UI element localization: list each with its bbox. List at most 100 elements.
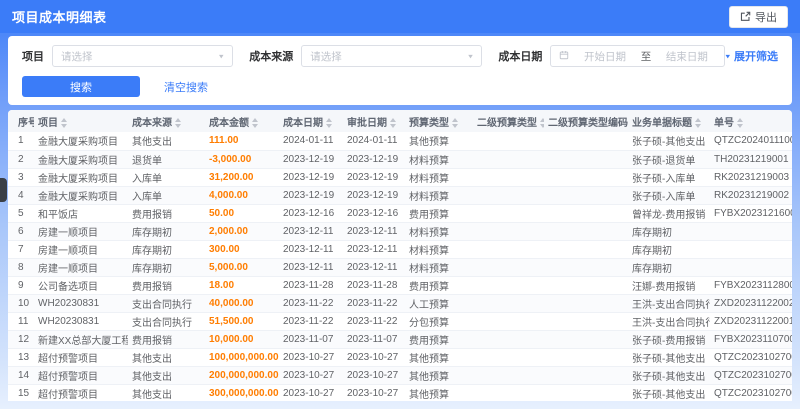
sort-icon[interactable] [452, 117, 458, 128]
sort-icon[interactable] [61, 117, 67, 128]
column-header-sub_budget_code[interactable]: 二级预算类型编码 [544, 110, 628, 132]
cell-sub_budget_code [544, 240, 628, 259]
column-header-cost_amount[interactable]: 成本金额 [205, 110, 279, 132]
cell-cost_amount: 10,000.00 [205, 330, 279, 349]
cell-approval_date: 2023-11-22 [343, 312, 405, 331]
cell-cost_date: 2023-12-19 [279, 150, 343, 169]
cell-project: 和平饭店 [34, 204, 128, 223]
table-row: 4 金融大厦采购项目 入库单 4,000.00 2023-12-19 2023-12-19… [8, 186, 792, 205]
expand-filters-link[interactable]: ▾ 展开筛选 [725, 48, 778, 64]
page-title: 项目成本明细表 [12, 10, 107, 25]
cell-cost_amount: 200,000,000.00 [205, 366, 279, 385]
cell-doc_title: 张子硕-其他支出 [628, 366, 710, 385]
column-header-project[interactable]: 项目 [34, 110, 128, 132]
sort-icon[interactable] [540, 117, 544, 128]
cell-approval_date: 2023-12-11 [343, 222, 405, 241]
cell-sub_budget_type [473, 294, 544, 313]
sort-icon[interactable] [390, 117, 396, 128]
column-header-doc_title[interactable]: 业务单据标题 [628, 110, 710, 132]
sort-icon[interactable] [252, 117, 258, 128]
column-header-cost_source[interactable]: 成本来源 [128, 110, 205, 132]
project-select[interactable]: 请选择 ▾ [52, 45, 233, 67]
cell-sub_budget_type [473, 240, 544, 259]
export-button[interactable]: 导出 [729, 5, 788, 28]
cell-sub_budget_code [544, 186, 628, 205]
cell-cost_date: 2023-12-19 [279, 168, 343, 187]
cell-sub_budget_code [544, 366, 628, 385]
cell-cost_date: 2023-12-11 [279, 240, 343, 259]
cell-cost_date: 2023-11-22 [279, 312, 343, 331]
cost-source-filter-label: 成本来源 [249, 51, 294, 63]
cell-project: 金融大厦采购项目 [34, 132, 128, 151]
cost-source-select[interactable]: 请选择 ▾ [301, 45, 482, 67]
cell-cost_date: 2024-01-11 [279, 132, 343, 151]
expand-filters-label: 展开筛选 [734, 51, 778, 63]
chevron-down-icon: ▾ [219, 51, 224, 60]
cell-cost_date: 2023-10-27 [279, 384, 343, 401]
table-row: 2 金融大厦采购项目 退货单 -3,000.00 2023-12-19 2023-12-1… [8, 150, 792, 169]
table-row: 3 金融大厦采购项目 入库单 31,200.00 2023-12-19 2023-12-1… [8, 168, 792, 187]
column-header-sub_budget_type[interactable]: 二级预算类型 [473, 110, 544, 132]
cell-sub_budget_type [473, 222, 544, 241]
sort-icon[interactable] [737, 117, 743, 128]
cell-index: 1 [8, 132, 34, 151]
column-header-cost_date[interactable]: 成本日期 [279, 110, 343, 132]
cell-doc_no: TH20231219001 [710, 150, 792, 169]
cell-doc_no [710, 240, 792, 259]
cell-doc_title: 王洪-支出合同执行 [628, 312, 710, 331]
cell-cost_amount: 50.00 [205, 204, 279, 223]
cell-project: 新建XX总部大厦工程二期 [34, 330, 128, 349]
cell-budget_type: 其他预算 [405, 132, 473, 151]
cell-cost_amount: 4,000.00 [205, 186, 279, 205]
sort-icon[interactable] [326, 117, 332, 128]
cell-approval_date: 2023-12-19 [343, 168, 405, 187]
cell-doc_title: 库存期初 [628, 222, 710, 241]
cell-sub_budget_type [473, 186, 544, 205]
cell-doc_title: 曾祥龙-费用报销 [628, 204, 710, 223]
search-button[interactable]: 搜索 [22, 76, 140, 97]
cell-project: 超付预警项目 [34, 366, 128, 385]
column-header-approval_date[interactable]: 审批日期 [343, 110, 405, 132]
cell-sub_budget_type [473, 276, 544, 295]
start-date-placeholder: 开始日期 [584, 50, 627, 63]
column-header-doc_no[interactable]: 单号 [710, 110, 792, 132]
cell-budget_type: 其他预算 [405, 384, 473, 401]
table-row: 14 超付预警项目 其他支出 200,000,000.00 2023-10-27 2023… [8, 366, 792, 385]
cell-index: 10 [8, 294, 34, 313]
cell-doc_no: QTZC20231027002 [710, 384, 792, 401]
cell-cost_amount: -3,000.00 [205, 150, 279, 169]
filter-row: 项目 请选择 ▾ 成本来源 请选择 ▾ 成本日期 开始日期 至 结束日期 ▾ 展… [22, 45, 778, 67]
cell-cost_amount: 18.00 [205, 276, 279, 295]
sidebar-collapse-handle[interactable] [0, 178, 7, 202]
cell-doc_title: 库存期初 [628, 258, 710, 277]
top-header-bar: 项目成本明细表 导出 [0, 0, 800, 33]
cell-project: 金融大厦采购项目 [34, 168, 128, 187]
table-row: 7 房建一顺项目 库存期初 300.00 2023-12-11 2023-12-11 材料预… [8, 240, 792, 259]
cell-sub_budget_code [544, 258, 628, 277]
table-body: 1 金融大厦采购项目 其他支出 111.00 2024-01-11 2024-01-11 其… [8, 132, 792, 401]
cell-budget_type: 材料预算 [405, 150, 473, 169]
cell-approval_date: 2023-12-19 [343, 150, 405, 169]
cell-project: WH20230831 [34, 312, 128, 331]
cost-date-range-input[interactable]: 开始日期 至 结束日期 [550, 45, 726, 67]
sort-icon[interactable] [175, 117, 181, 128]
clear-search-button[interactable]: 清空搜索 [164, 79, 208, 95]
cell-cost_source: 其他支出 [128, 384, 205, 401]
sort-icon[interactable] [695, 117, 701, 128]
cell-cost_date: 2023-10-27 [279, 366, 343, 385]
cell-doc_no: FYBX20231107001 [710, 330, 792, 349]
cell-sub_budget_type [473, 366, 544, 385]
cell-doc_title: 王洪-支出合同执行 [628, 294, 710, 313]
cell-doc_title: 张子硕-其他支出 [628, 132, 710, 151]
cell-index: 15 [8, 384, 34, 401]
cell-cost_source: 其他支出 [128, 132, 205, 151]
cell-cost_amount: 51,500.00 [205, 312, 279, 331]
cell-approval_date: 2023-10-27 [343, 366, 405, 385]
export-icon [740, 11, 751, 22]
cost-detail-table: 序号 项目 成本来源 成本金额 成本日期 审批日期 预算类型 二级预算类型 二级预算类型编码 业务… [8, 110, 792, 401]
cell-budget_type: 费用预算 [405, 330, 473, 349]
cell-cost_amount: 111.00 [205, 132, 279, 151]
column-header-budget_type[interactable]: 预算类型 [405, 110, 473, 132]
cell-sub_budget_type [473, 258, 544, 277]
table-row: 5 和平饭店 费用报销 50.00 2023-12-16 2023-12-16 费用预算 曾祥… [8, 204, 792, 223]
